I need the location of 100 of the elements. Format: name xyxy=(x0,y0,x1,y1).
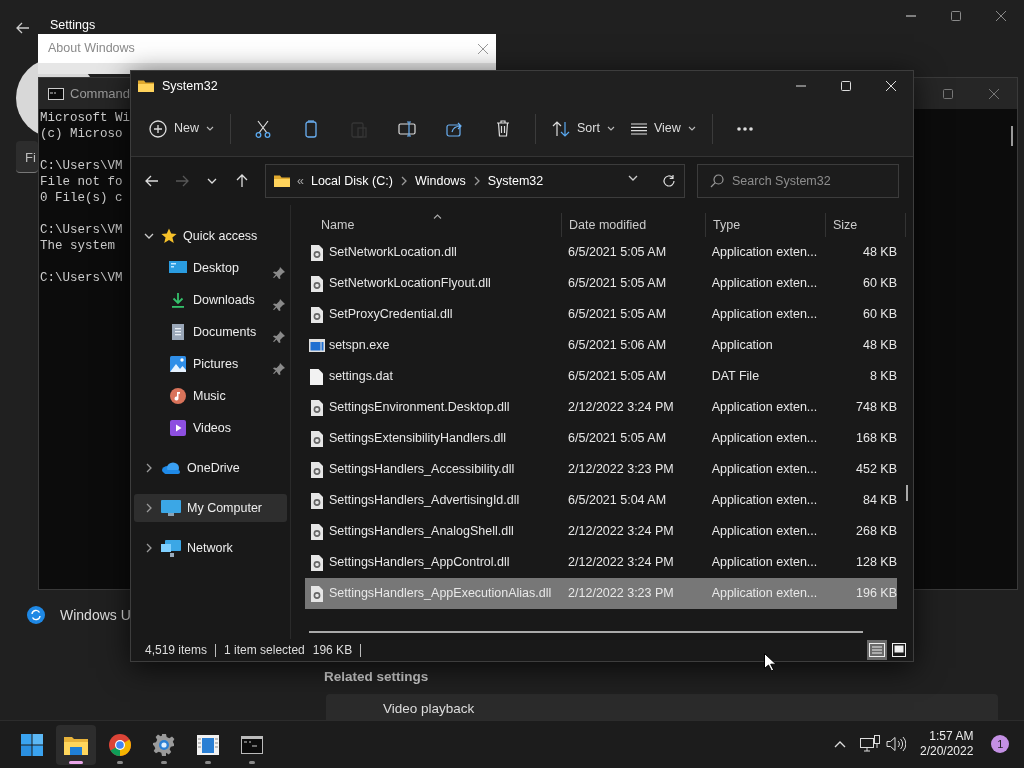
date-cell-text: 6/5/2021 5:05 AM xyxy=(568,244,668,262)
type-cell-text: Application exten... xyxy=(711,430,819,448)
clock[interactable]: 1:57 AM 2/20/2022 xyxy=(920,729,974,759)
folder-icon xyxy=(274,174,290,188)
nav-item[interactable]: Network xyxy=(134,534,287,562)
breadcrumb[interactable]: Local Disk (C:) xyxy=(310,171,393,191)
file-row[interactable]: settings.dat 6/5/2021 5:05 AM DAT File 8 KB xyxy=(305,361,897,392)
date-cell-text: 6/5/2021 5:05 AM xyxy=(568,306,668,324)
file-row[interactable]: SettingsHandlers_AdvertisingId.dll 6/5/2021 5:04 AM Application exten... 84 KB xyxy=(305,485,897,516)
column-header[interactable]: Type xyxy=(706,213,826,237)
type-cell-text: Application exten... xyxy=(711,275,819,293)
date-cell-text: 6/5/2021 5:05 AM xyxy=(568,275,668,293)
type-cell-text: Application exten... xyxy=(711,461,819,479)
nav-item[interactable]: Documents xyxy=(134,318,287,346)
more-icon xyxy=(736,126,753,131)
file-row[interactable]: SetNetworkLocation.dll 6/5/2021 5:05 AM Application exten... 48 KB xyxy=(305,237,897,268)
gear-file-icon xyxy=(309,461,324,478)
file-name: SettingsHandlers_AppControl.dll xyxy=(328,554,511,572)
minimize-icon xyxy=(795,85,806,87)
folder-icon xyxy=(64,734,88,755)
music-note-icon xyxy=(170,388,186,404)
desktop-icon xyxy=(169,261,187,275)
gear-icon xyxy=(153,733,175,756)
search-field[interactable]: Search System32 xyxy=(697,164,899,198)
file-row[interactable]: setspn.exe 6/5/2021 5:06 AM Application 48 KB xyxy=(305,330,897,361)
size-cell-text: 48 KB xyxy=(861,337,897,355)
console-line: 0 File(s) c xyxy=(40,190,123,206)
pin-icon xyxy=(273,362,285,375)
share-icon xyxy=(446,120,464,137)
nav-item[interactable]: Desktop xyxy=(134,254,287,282)
chevron-right-icon xyxy=(472,176,481,186)
forward-icon xyxy=(175,175,189,187)
details-view-button[interactable] xyxy=(867,640,887,660)
column-header[interactable]: Name xyxy=(305,213,562,237)
gear-file-icon xyxy=(309,523,324,540)
close-icon xyxy=(478,43,488,54)
gear-file-icon xyxy=(309,430,324,447)
terminal-icon xyxy=(241,735,263,754)
taskbar-button[interactable] xyxy=(56,724,96,765)
window-title: Command xyxy=(70,84,130,103)
overflow-mark[interactable]: « xyxy=(297,171,304,191)
nav-item[interactable]: Music xyxy=(134,382,287,410)
scrollbar-thumb[interactable] xyxy=(906,485,908,501)
search-field[interactable]: Fi xyxy=(16,141,38,173)
console-line: The system xyxy=(40,238,115,254)
sort-menu-button[interactable]: Sort xyxy=(546,110,621,147)
caret-icon xyxy=(687,126,696,131)
type-cell-text: Application exten... xyxy=(711,523,819,541)
terminal-icon xyxy=(48,87,64,100)
sidebar-item[interactable]: Windows U xyxy=(60,605,131,626)
type-cell-text: DAT File xyxy=(711,368,761,386)
size-cell-text: 128 KB xyxy=(855,554,897,572)
date-cell-text: 2/12/2022 3:23 PM xyxy=(568,461,675,479)
file-row[interactable]: SettingsHandlers_AppControl.dll 2/12/2022 3:24 PM Application exten... 128 KB xyxy=(305,547,897,578)
nav-item[interactable]: Quick access xyxy=(134,222,287,250)
copy-icon xyxy=(304,119,318,138)
size-cell-text: 60 KB xyxy=(861,306,897,324)
column-header[interactable]: Size xyxy=(826,213,906,237)
up-arrow-icon xyxy=(236,174,248,188)
file-name: SetNetworkLocation.dll xyxy=(328,244,458,262)
nav-item[interactable]: Pictures xyxy=(134,350,287,378)
notepad-icon xyxy=(197,734,219,755)
scrollbar-thumb[interactable] xyxy=(309,631,863,633)
file-row[interactable]: SetProxyCredential.dll 6/5/2021 5:05 AM Application exten... 60 KB xyxy=(305,299,897,330)
address-bar[interactable]: « Local Disk (C:) Windows System32 xyxy=(265,164,685,198)
breadcrumb[interactable]: System32 xyxy=(487,171,544,191)
file-name: SettingsHandlers_AppExecutionAlias.dll xyxy=(328,585,553,603)
nav-item[interactable]: My Computer xyxy=(134,494,287,522)
file-row[interactable]: SetNetworkLocationFlyout.dll 6/5/2021 5:05 AM Application exten... 60 KB xyxy=(305,268,897,299)
file-row[interactable]: SettingsExtensibilityHandlers.dll 6/5/2021 5:05 AM Application exten... 168 KB xyxy=(305,423,897,454)
nav-item[interactable]: Videos xyxy=(134,414,287,442)
sync-icon xyxy=(27,605,45,624)
scrollbar-thumb[interactable] xyxy=(1011,126,1013,146)
file-name: SettingsHandlers_AdvertisingId.dll xyxy=(328,492,521,510)
gear-file-icon xyxy=(309,399,324,416)
console-line: (c) Microso xyxy=(40,126,123,142)
file-row[interactable]: SettingsHandlers_AppExecutionAlias.dll 2/12/2022 3:23 PM Application exten... 196 KB xyxy=(305,578,897,609)
column-header[interactable]: Date modified xyxy=(562,213,706,237)
size-cell-text: 48 KB xyxy=(861,244,897,262)
gear-file-icon xyxy=(309,585,324,602)
breadcrumb[interactable]: Windows xyxy=(414,171,466,191)
file-row[interactable]: SettingsHandlers_Accessibility.dll 2/12/2022 3:23 PM Application exten... 452 KB xyxy=(305,454,897,485)
gear-file-icon xyxy=(309,492,324,509)
view-menu-button[interactable]: View xyxy=(624,110,702,147)
nav-item[interactable]: Downloads xyxy=(134,286,287,314)
date-cell-text: 6/5/2021 5:04 AM xyxy=(568,492,668,510)
close-icon xyxy=(995,11,1006,21)
network-icon xyxy=(860,735,880,754)
dialog-title: About Windows xyxy=(48,40,135,58)
file-row[interactable]: SettingsHandlers_AnalogShell.dll 2/12/2022 3:24 PM Application exten... 268 KB xyxy=(305,516,897,547)
maximize-icon xyxy=(950,11,961,21)
file-row[interactable]: SettingsEnvironment.Desktop.dll 2/12/2022 3:24 PM Application exten... 748 KB xyxy=(305,392,897,423)
date-cell-text: 2/12/2022 3:24 PM xyxy=(568,523,675,541)
date-cell-text: 2/12/2022 3:24 PM xyxy=(568,554,675,572)
cut-icon xyxy=(255,119,271,138)
selection-size: 196 KB xyxy=(312,642,353,659)
new-menu-button[interactable]: New xyxy=(143,110,220,147)
nav-item[interactable]: OneDrive xyxy=(134,454,287,482)
tiles-view-button[interactable] xyxy=(889,640,909,660)
settings-row[interactable]: Video playback xyxy=(326,694,998,720)
